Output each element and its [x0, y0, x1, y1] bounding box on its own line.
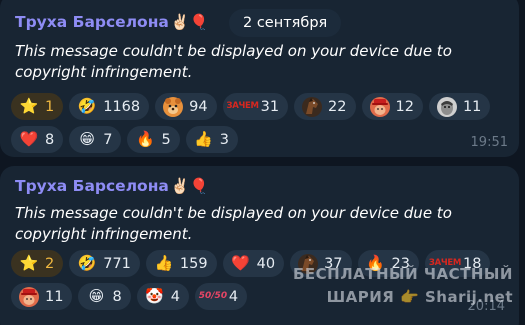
reaction-chip[interactable]: 50/50 4: [194, 283, 248, 310]
fire-icon: 🔥: [136, 130, 155, 148]
reaction-count: 8: [45, 131, 55, 148]
reaction-chip[interactable]: 12: [361, 93, 423, 120]
reaction-count: 8: [112, 288, 122, 305]
reaction-chip[interactable]: ЗАЧЕМ 31: [222, 93, 289, 120]
reaction-chip[interactable]: ❤️ 8: [11, 126, 64, 153]
reactions-bar: ⭐ 1 🤣 1168 94 ЗАЧЕМ 31 22 12 11 ❤️ 8 😁 7 🔥 5 👍 3: [11, 93, 491, 159]
reaction-count: 159: [179, 255, 208, 272]
bear-face-icon: [162, 96, 184, 118]
sender-name[interactable]: Труха Барселона ✌🏻🎈: [15, 13, 208, 31]
rofl-icon: 🤣: [77, 254, 97, 272]
reactions-row: ❤️ 8 😁 7 🔥 5 👍 3: [11, 126, 471, 153]
date-separator: 2 сентября: [229, 9, 342, 37]
sender-name-text: Труха Барселона: [15, 177, 169, 195]
reaction-chip[interactable]: 94: [155, 93, 217, 120]
reaction-count: 22: [328, 98, 347, 115]
hat-man-icon: [369, 96, 391, 118]
reaction-chip[interactable]: 🤣 1168: [69, 93, 150, 120]
sender-emoji: ✌🏻🎈: [170, 13, 209, 31]
reaction-chip[interactable]: 😁 8: [78, 283, 131, 310]
reaction-count: 7: [103, 131, 113, 148]
reaction-chip[interactable]: 11: [11, 283, 73, 310]
reaction-chip[interactable]: 👍 159: [145, 250, 217, 277]
reaction-count: 4: [228, 288, 239, 305]
reaction-count: 2: [45, 255, 55, 272]
clown-icon: 🤡: [145, 287, 165, 305]
reaction-count: 771: [103, 255, 131, 272]
message-text: This message couldn't be displayed on yo…: [15, 42, 452, 81]
watermark-line2: ШАРИЯ 👉 Sharij.net: [326, 288, 513, 306]
reaction-count: 40: [256, 255, 276, 272]
red-heart-icon: ❤️: [19, 130, 39, 148]
watermark: БЕСПЛАТНЫЙ ЧАСТНЫЙ ШАРИЯ 👉 Sharij.net: [293, 265, 513, 306]
sender-name[interactable]: Труха Барселона ✌🏻🎈: [15, 177, 208, 195]
horse-icon: [301, 96, 323, 118]
thumbs-up-icon: 👍: [154, 254, 174, 272]
reaction-chip[interactable]: 11: [428, 93, 491, 120]
reaction-chip[interactable]: 🤡 4: [136, 283, 189, 310]
reaction-count: 94: [189, 98, 208, 115]
reaction-chip[interactable]: ⭐ 1: [11, 93, 64, 120]
reaction-count: 5: [161, 131, 171, 148]
chat-view: Труха Барселона ✌🏻🎈 This message couldn't…: [0, 0, 525, 325]
fifty-fifty-icon: 50/50: [198, 291, 228, 301]
zachem-sticker-icon: ЗАЧЕМ: [226, 101, 259, 112]
reaction-chip[interactable]: ⭐ 2: [11, 250, 64, 277]
reaction-chip[interactable]: 👍 3: [185, 126, 238, 153]
reaction-count: 1: [45, 98, 55, 115]
reaction-count: 31: [260, 98, 280, 115]
thumbs-up-icon: 👍: [194, 130, 214, 148]
reaction-count: 11: [45, 288, 64, 305]
message-text: This message couldn't be displayed on yo…: [15, 204, 452, 243]
rofl-icon: 🤣: [77, 97, 97, 115]
reaction-chip[interactable]: 🤣 771: [69, 250, 140, 277]
message-time: 19:51: [470, 135, 508, 150]
reactions-row: ⭐ 1 🤣 1168 94 ЗАЧЕМ 31 22 12 11: [11, 93, 491, 120]
reaction-chip[interactable]: 🔥 5: [127, 126, 180, 153]
grin-icon: 😁: [79, 130, 96, 148]
reaction-count: 1168: [103, 98, 141, 115]
reaction-count: 12: [395, 98, 414, 115]
reaction-chip[interactable]: ❤️ 40: [222, 250, 285, 277]
reaction-count: 3: [219, 131, 229, 148]
star-icon: ⭐: [19, 254, 39, 272]
hat-man-icon: [18, 286, 40, 308]
reaction-chip[interactable]: 😁 7: [69, 126, 122, 153]
reaction-chip[interactable]: 22: [294, 93, 356, 120]
watermark-line1: БЕСПЛАТНЫЙ ЧАСТНЫЙ: [292, 265, 513, 283]
reaction-count: 4: [170, 288, 180, 305]
sender-emoji: ✌🏻🎈: [170, 177, 209, 195]
sender-name-text: Труха Барселона: [15, 13, 169, 31]
grin-icon: 😁: [88, 287, 105, 305]
red-heart-icon: ❤️: [231, 254, 250, 272]
grey-face-icon: [436, 96, 458, 118]
reaction-count: 11: [462, 98, 482, 115]
star-icon: ⭐: [19, 97, 39, 115]
